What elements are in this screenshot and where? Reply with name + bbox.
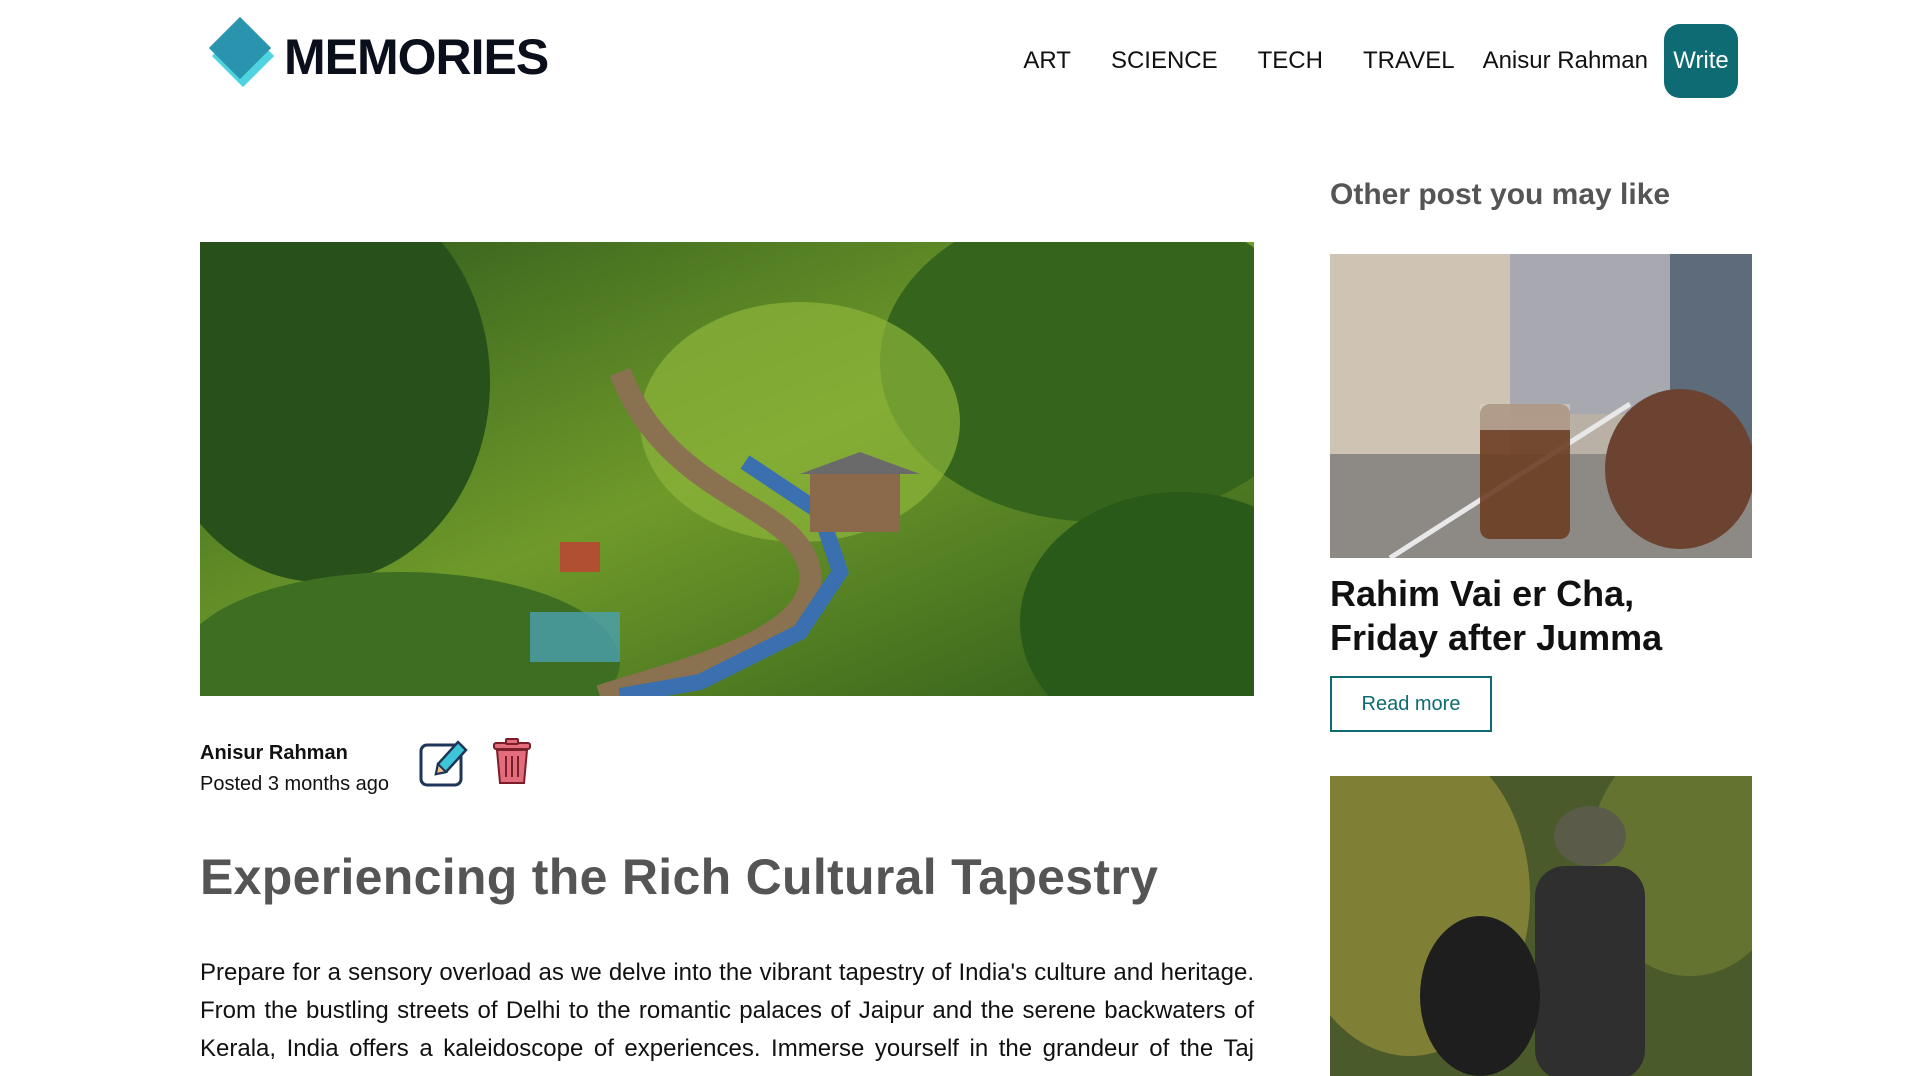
nav-item-art[interactable]: ART (1023, 24, 1071, 98)
sidebar-title: Other post you may like (1330, 178, 1671, 211)
header: MEMORIES ART SCIENCE TECH TRAVEL Anisur … (0, 0, 1913, 120)
hero-image (200, 242, 1254, 696)
brand-name: MEMORIES (284, 29, 549, 85)
post-title: Experiencing the Rich Cultural Tapestry (200, 849, 1159, 905)
article: Anisur Rahman Posted 3 months ago Experi… (200, 242, 1254, 1076)
related-post-image-2[interactable] (1330, 776, 1752, 1076)
main-nav: ART SCIENCE TECH TRAVEL Anisur Rahman Wr… (983, 24, 1738, 98)
user-name-link[interactable]: Anisur Rahman (1483, 24, 1648, 98)
delete-icon[interactable] (492, 738, 532, 786)
edit-icon[interactable] (418, 736, 470, 788)
read-more-button[interactable]: Read more (1330, 676, 1492, 732)
post-date: Posted 3 months ago (200, 773, 390, 795)
sidebar: Other post you may like Rahim Vai er Cha… (1330, 178, 1752, 1076)
page: MEMORIES ART SCIENCE TECH TRAVEL Anisur … (0, 0, 1913, 1076)
related-post-card: Rahim Vai er Cha, Friday after Jumma Rea… (1330, 254, 1752, 732)
related-post-title[interactable]: Rahim Vai er Cha, Friday after Jumma (1330, 572, 1752, 660)
nav-item-science[interactable]: SCIENCE (1111, 24, 1218, 98)
related-post-image[interactable] (1330, 254, 1752, 558)
logo[interactable]: MEMORIES (208, 16, 549, 94)
logo-diamond-icon (208, 16, 276, 94)
post-meta: Anisur Rahman Posted 3 months ago (200, 738, 531, 796)
write-button[interactable]: Write (1664, 24, 1738, 98)
nav-item-travel[interactable]: TRAVEL (1363, 24, 1455, 98)
nav-item-tech[interactable]: TECH (1258, 24, 1323, 98)
post-author: Anisur Rahman (200, 742, 348, 764)
post-body: Prepare for a sensory overload as we del… (200, 959, 1254, 1076)
